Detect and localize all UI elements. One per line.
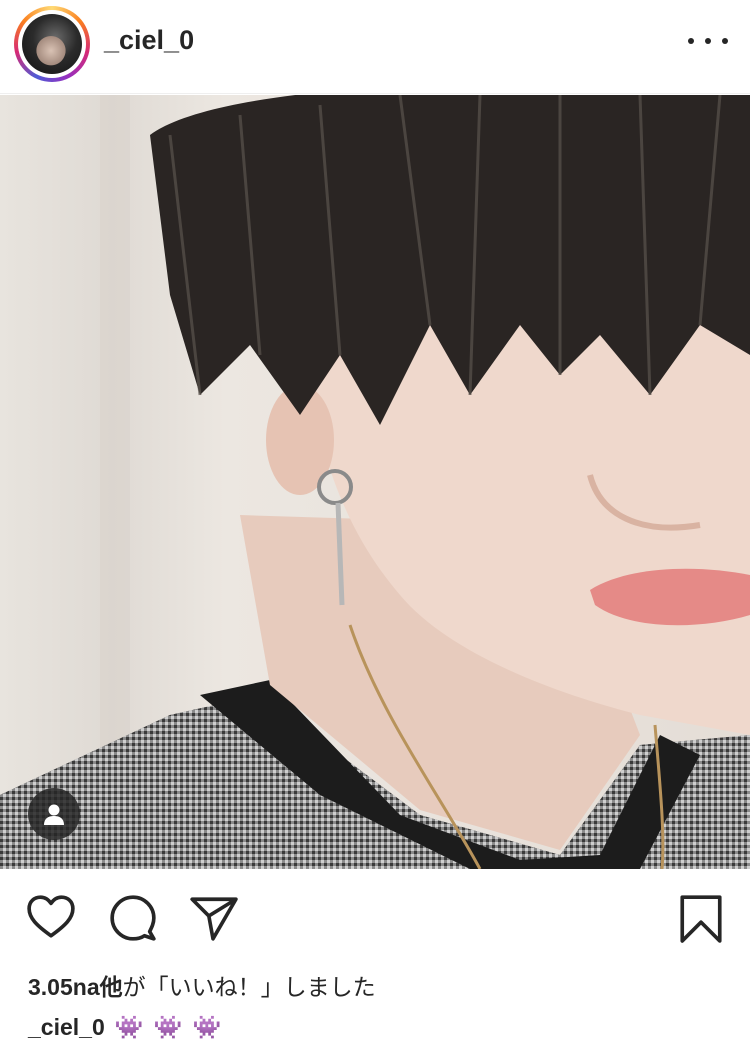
profile-avatar[interactable] [14, 6, 90, 82]
post-username[interactable]: _ciel_0 [104, 25, 194, 56]
likes-suffix: が「いいね！」しました [122, 974, 376, 1000]
caption-text: 👾 👾 👾 [114, 1014, 224, 1040]
bookmark-icon[interactable] [676, 893, 726, 943]
likes-count[interactable]: 3.05na他 [28, 974, 123, 1000]
caption-username[interactable]: _ciel_0 [28, 1014, 105, 1040]
post-caption: _ciel_0 👾 👾 👾 [28, 1014, 223, 1041]
send-icon[interactable] [188, 893, 238, 943]
user-tag-icon[interactable] [28, 788, 80, 840]
heart-icon[interactable] [26, 893, 76, 943]
post-actions-bar [0, 869, 750, 964]
post-header: _ciel_0 [0, 0, 750, 94]
post-photo[interactable] [0, 95, 750, 869]
avatar-image [22, 14, 82, 74]
likes-text[interactable]: 3.05na他が「いいね！」しました [28, 968, 376, 1002]
comment-icon[interactable] [108, 893, 158, 943]
more-options-icon[interactable] [688, 26, 728, 56]
photo-illustration [0, 95, 750, 869]
